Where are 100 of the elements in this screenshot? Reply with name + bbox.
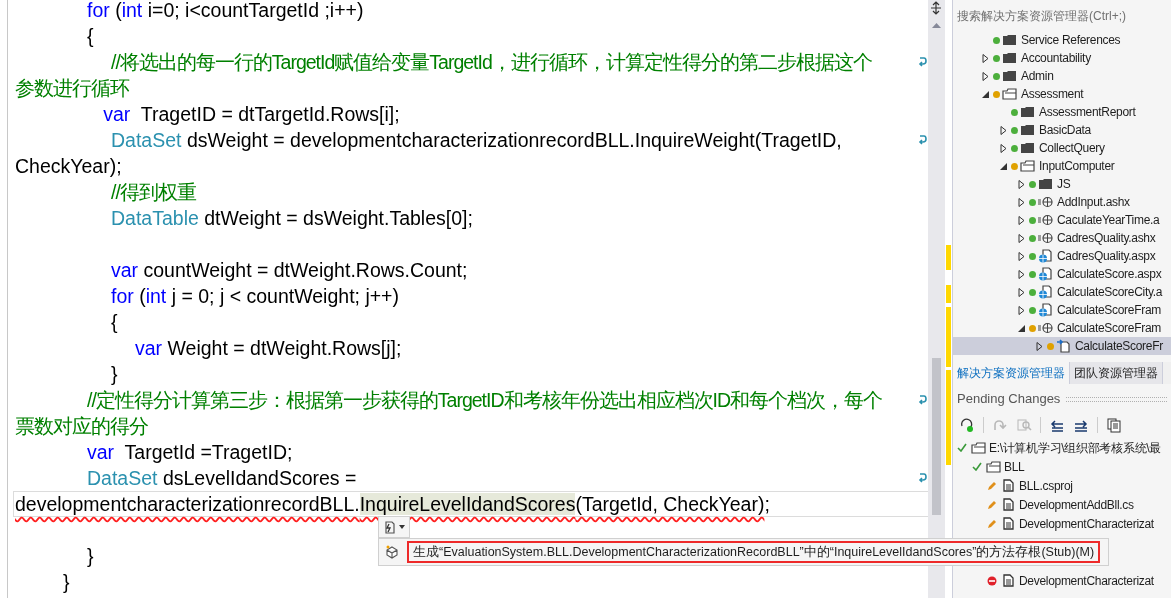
tree-item[interactable]: Accountability (953, 49, 1171, 67)
code-line: DataSet dsLevelIdandScores = (86, 466, 357, 490)
code-line: DataSet dsWeight = developmentcharacterizationrecordBLL.InquireWeight(TragetID, (110, 128, 842, 152)
document-icon[interactable] (1106, 417, 1122, 433)
tree-item[interactable]: Admin (953, 67, 1171, 85)
tree-expander[interactable] (1017, 251, 1026, 261)
tree-item[interactable]: CaculateYearTime.a (953, 211, 1171, 229)
tree-item[interactable]: AssessmentReport (953, 103, 1171, 121)
tree-item[interactable]: CalculateScoreCity.a (953, 283, 1171, 301)
file-icon (1003, 574, 1014, 587)
web-page-icon (1038, 249, 1053, 263)
code-line: //得到权重 (110, 180, 196, 204)
folder-icon (1002, 34, 1017, 46)
pending-change-item[interactable]: BLL.csproj (953, 476, 1171, 495)
globe-icon (1038, 232, 1053, 244)
tree-expander[interactable] (999, 143, 1008, 153)
code-line: for (int i=0; i<countTargetId ;i++) (86, 0, 364, 22)
wrap-glyph-icon (918, 394, 927, 406)
pending-change-item[interactable]: DevelopmentCharacterizat (953, 514, 1171, 533)
code-line: } (86, 544, 94, 568)
globe-icon (1038, 196, 1053, 208)
tree-expander[interactable] (981, 71, 990, 81)
pencil-icon (987, 480, 997, 491)
tree-item[interactable]: CadresQuality.ashx (953, 229, 1171, 247)
code-line: var TargetId =TragetID; (86, 440, 293, 464)
tree-item[interactable]: AddInput.ashx (953, 193, 1171, 211)
tree-expander[interactable] (1017, 197, 1026, 207)
web-page-icon (1038, 267, 1053, 281)
pencil-icon (987, 499, 997, 510)
tree-item[interactable]: CalculateScoreFram (953, 301, 1171, 319)
code-line: //将选出的每一行的TargetId赋值给变量TargetId，进行循环，计算定性得分的第二步根据这个 (110, 50, 872, 74)
delete-icon (987, 575, 997, 586)
cube-icon (385, 545, 399, 559)
tree-expander[interactable] (1017, 233, 1026, 243)
list-arrow-icon[interactable] (1073, 417, 1089, 433)
smart-tag-action[interactable]: 生成“EvaluationSystem.BLL.DevelopmentCharacterizationRecordBLL”中的“InquireLevelIdandScores”的方法存根(Stub)(M) (407, 541, 1101, 563)
tree-expander[interactable] (1017, 305, 1026, 315)
tree-expander[interactable] (1017, 179, 1026, 189)
tree-item[interactable]: CalculateScoreFr (953, 337, 1171, 355)
tree-item[interactable]: CalculateScoreFram (953, 319, 1171, 337)
tree-expander[interactable] (1017, 215, 1026, 225)
file-icon (1003, 479, 1014, 492)
code-line: DataTable dtWeight = dsWeight.Tables[0]; (110, 206, 473, 230)
code-line: //定性得分计算第三步：根据第一步获得的TargetID和考核年份选出相应档次ID和每个档次，每个 (86, 388, 883, 412)
panel-tab[interactable]: 解决方案资源管理器 (953, 362, 1070, 384)
pending-change-item[interactable]: DevelopmentCharacterizat (953, 571, 1171, 590)
code-line: for (int j = 0; j < countWeight; j++) (110, 284, 399, 308)
tree-expander[interactable] (981, 89, 990, 99)
tree-item[interactable]: InputComputer (953, 157, 1171, 175)
tree-item[interactable]: CadresQuality.aspx (953, 247, 1171, 265)
tree-expander[interactable] (999, 125, 1008, 135)
folder-icon (1002, 52, 1017, 64)
folder-icon (1002, 70, 1017, 82)
globe-icon (1038, 214, 1053, 226)
panel-tab[interactable]: 团队资源管理器 (1070, 362, 1163, 384)
wrap-glyph-icon (918, 134, 927, 146)
folder-icon (1020, 142, 1035, 154)
pending-change-item[interactable]: E:\计算机学习\组织部考核系统\最 (953, 438, 1171, 457)
tree-expander[interactable] (1017, 269, 1026, 279)
globe-icon (1038, 322, 1053, 334)
tree-item[interactable]: Assessment (953, 85, 1171, 103)
scrollbar-thumb[interactable] (932, 358, 941, 515)
change-marker (946, 285, 951, 303)
file-icon (1003, 517, 1014, 530)
change-marker (946, 307, 951, 367)
tree-expander[interactable] (981, 53, 990, 63)
web-page-icon (1038, 303, 1053, 317)
tree-expander[interactable] (1035, 341, 1044, 351)
folder-icon (1020, 106, 1035, 118)
pending-change-item[interactable]: BLL (953, 457, 1171, 476)
code-line: var TragetID = dtTargetId.Rows[i]; (102, 102, 400, 126)
code-line: { (86, 24, 94, 48)
tree-item[interactable]: CollectQuery (953, 139, 1171, 157)
code-line: var countWeight = dtWeight.Rows.Count; (110, 258, 468, 282)
folder-icon (1038, 178, 1053, 190)
pending-change-item[interactable]: DevelopmentAddBll.cs (953, 495, 1171, 514)
folder-icon (1020, 124, 1035, 136)
folder-icon (986, 460, 1001, 473)
refresh-icon[interactable] (959, 417, 975, 433)
tree-item[interactable]: CalculateScore.aspx (953, 265, 1171, 283)
web-page-icon (1038, 285, 1053, 299)
folder-icon (971, 441, 986, 454)
smart-tag-button[interactable] (378, 516, 410, 538)
code-line: } (62, 570, 70, 594)
code-line: 参数进行循环 (15, 76, 129, 100)
tree-expander[interactable] (999, 161, 1008, 171)
tree-item[interactable]: Service References (953, 31, 1171, 49)
code-line: developmentcharacterizationrecordBLL.InquireLevelIdandScores(TargetId, CheckYear); (15, 492, 770, 516)
tree-item[interactable]: JS (953, 175, 1171, 193)
tree-expander[interactable] (1017, 287, 1026, 297)
folder-icon (1002, 88, 1017, 100)
file-icon (1003, 498, 1014, 511)
list-arrow-icon[interactable] (1049, 417, 1065, 433)
split-handle-icon[interactable] (929, 1, 943, 15)
lightning-page-icon (383, 520, 396, 534)
tree-expander[interactable] (1017, 323, 1026, 333)
scroll-up-arrow-icon[interactable] (932, 23, 941, 28)
tree-item[interactable]: BasicData (953, 121, 1171, 139)
wrap-glyph-icon (918, 472, 927, 484)
panel-title: Pending Changes (957, 390, 1061, 409)
